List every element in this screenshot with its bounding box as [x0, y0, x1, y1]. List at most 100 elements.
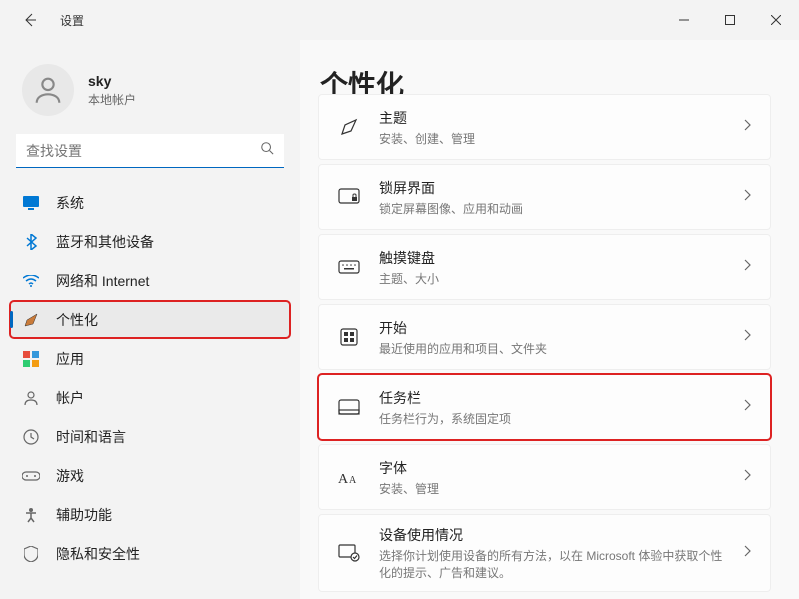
- chevron-right-icon: [742, 398, 752, 417]
- setting-title: 任务栏: [379, 388, 724, 408]
- setting-desc: 选择你计划使用设备的所有方法，以在 Microsoft 体验中获取个性化的提示、…: [379, 547, 724, 581]
- setting-text: 开始 最近使用的应用和项目、文件夹: [379, 318, 724, 357]
- search-box[interactable]: [16, 134, 284, 168]
- setting-text: 字体 安装、管理: [379, 458, 724, 497]
- chevron-right-icon: [742, 328, 752, 347]
- setting-title: 锁屏界面: [379, 178, 724, 198]
- chevron-right-icon: [742, 544, 752, 563]
- lockscreen-icon: [337, 185, 361, 209]
- accounts-icon: [22, 389, 40, 407]
- person-icon: [31, 73, 65, 107]
- setting-text: 触摸键盘 主题、大小: [379, 248, 724, 287]
- maximize-button[interactable]: [707, 0, 753, 40]
- maximize-icon: [725, 15, 735, 25]
- gaming-icon: [22, 467, 40, 485]
- user-name: sky: [88, 73, 136, 89]
- window-controls: [661, 0, 799, 40]
- sidebar-item-label: 时间和语言: [56, 427, 126, 447]
- search-input[interactable]: [26, 143, 260, 159]
- wifi-icon: [22, 272, 40, 290]
- sidebar-item-network[interactable]: 网络和 Internet: [10, 262, 290, 299]
- keyboard-icon: [337, 255, 361, 279]
- privacy-icon: [22, 545, 40, 563]
- sidebar-item-label: 网络和 Internet: [56, 271, 149, 291]
- avatar: [22, 64, 74, 116]
- sidebar-item-bluetooth[interactable]: 蓝牙和其他设备: [10, 223, 290, 260]
- sidebar-item-accounts[interactable]: 帐户: [10, 379, 290, 416]
- sidebar-item-label: 帐户: [56, 388, 84, 408]
- chevron-right-icon: [742, 118, 752, 137]
- back-button[interactable]: [18, 8, 42, 32]
- chevron-right-icon: [742, 468, 752, 487]
- setting-text: 任务栏 任务栏行为，系统固定项: [379, 388, 724, 427]
- setting-title: 主题: [379, 108, 724, 128]
- bluetooth-icon: [22, 233, 40, 251]
- nav: 系统 蓝牙和其他设备 网络和 Internet 个性化 应用 帐户: [10, 180, 290, 576]
- sidebar-item-label: 游戏: [56, 466, 84, 486]
- search-icon: [260, 141, 274, 160]
- setting-item-lockscreen[interactable]: 锁屏界面 锁定屏幕图像、应用和动画: [318, 164, 771, 230]
- titlebar-left: 设置: [18, 8, 84, 32]
- sidebar-item-privacy[interactable]: 隐私和安全性: [10, 535, 290, 572]
- titlebar: 设置: [0, 0, 799, 40]
- setting-title: 字体: [379, 458, 724, 478]
- sidebar-item-label: 蓝牙和其他设备: [56, 232, 154, 252]
- sidebar-item-label: 辅助功能: [56, 505, 112, 525]
- minimize-icon: [679, 15, 689, 25]
- apps-icon: [22, 350, 40, 368]
- sidebar-item-apps[interactable]: 应用: [10, 340, 290, 377]
- setting-text: 设备使用情况 选择你计划使用设备的所有方法，以在 Microsoft 体验中获取…: [379, 525, 724, 581]
- setting-desc: 主题、大小: [379, 270, 724, 287]
- time-language-icon: [22, 428, 40, 446]
- setting-text: 锁屏界面 锁定屏幕图像、应用和动画: [379, 178, 724, 217]
- sidebar: sky 本地帐户 系统 蓝牙和其他设备 网络和 Internet: [0, 40, 300, 599]
- setting-item-device-usage[interactable]: 设备使用情况 选择你计划使用设备的所有方法，以在 Microsoft 体验中获取…: [318, 514, 771, 592]
- setting-title: 开始: [379, 318, 724, 338]
- sidebar-item-label: 应用: [56, 349, 84, 369]
- minimize-button[interactable]: [661, 0, 707, 40]
- chevron-right-icon: [742, 188, 752, 207]
- close-button[interactable]: [753, 0, 799, 40]
- start-icon: [337, 325, 361, 349]
- sidebar-item-label: 个性化: [56, 310, 98, 330]
- user-info: sky 本地帐户: [88, 73, 136, 108]
- setting-desc: 最近使用的应用和项目、文件夹: [379, 340, 724, 357]
- setting-desc: 锁定屏幕图像、应用和动画: [379, 200, 724, 217]
- content: sky 本地帐户 系统 蓝牙和其他设备 网络和 Internet: [0, 40, 799, 599]
- settings-list: 主题 安装、创建、管理 锁屏界面 锁定屏幕图像、应用和动画 触摸键盘 主题、大小: [318, 122, 771, 592]
- sidebar-item-personalization[interactable]: 个性化: [10, 301, 290, 338]
- setting-desc: 安装、创建、管理: [379, 130, 724, 147]
- sidebar-item-label: 隐私和安全性: [56, 544, 140, 564]
- device-usage-icon: [337, 541, 361, 565]
- setting-item-fonts[interactable]: AA 字体 安装、管理: [318, 444, 771, 510]
- accessibility-icon: [22, 506, 40, 524]
- setting-item-theme[interactable]: 主题 安装、创建、管理: [318, 94, 771, 160]
- sidebar-item-system[interactable]: 系统: [10, 184, 290, 221]
- close-icon: [771, 15, 781, 25]
- setting-desc: 安装、管理: [379, 480, 724, 497]
- svg-text:A: A: [338, 472, 349, 486]
- theme-icon: [337, 115, 361, 139]
- back-icon: [22, 12, 38, 28]
- user-section[interactable]: sky 本地帐户: [10, 56, 290, 134]
- sidebar-item-label: 系统: [56, 193, 84, 213]
- svg-text:A: A: [349, 475, 357, 486]
- setting-title: 触摸键盘: [379, 248, 724, 268]
- font-icon: AA: [337, 465, 361, 489]
- taskbar-icon: [337, 395, 361, 419]
- user-account-type: 本地帐户: [88, 91, 136, 108]
- sidebar-item-accessibility[interactable]: 辅助功能: [10, 496, 290, 533]
- setting-desc: 任务栏行为，系统固定项: [379, 410, 724, 427]
- system-icon: [22, 194, 40, 212]
- chevron-right-icon: [742, 258, 752, 277]
- setting-item-start[interactable]: 开始 最近使用的应用和项目、文件夹: [318, 304, 771, 370]
- window-title: 设置: [60, 12, 84, 29]
- personalization-icon: [22, 311, 40, 329]
- setting-title: 设备使用情况: [379, 525, 724, 545]
- sidebar-item-gaming[interactable]: 游戏: [10, 457, 290, 494]
- sidebar-item-time-language[interactable]: 时间和语言: [10, 418, 290, 455]
- setting-item-touch-keyboard[interactable]: 触摸键盘 主题、大小: [318, 234, 771, 300]
- setting-text: 主题 安装、创建、管理: [379, 108, 724, 147]
- setting-item-taskbar[interactable]: 任务栏 任务栏行为，系统固定项: [318, 374, 771, 440]
- main: 个性化 主题 安装、创建、管理 锁屏界面 锁定屏幕图像、应用和动画: [300, 40, 799, 599]
